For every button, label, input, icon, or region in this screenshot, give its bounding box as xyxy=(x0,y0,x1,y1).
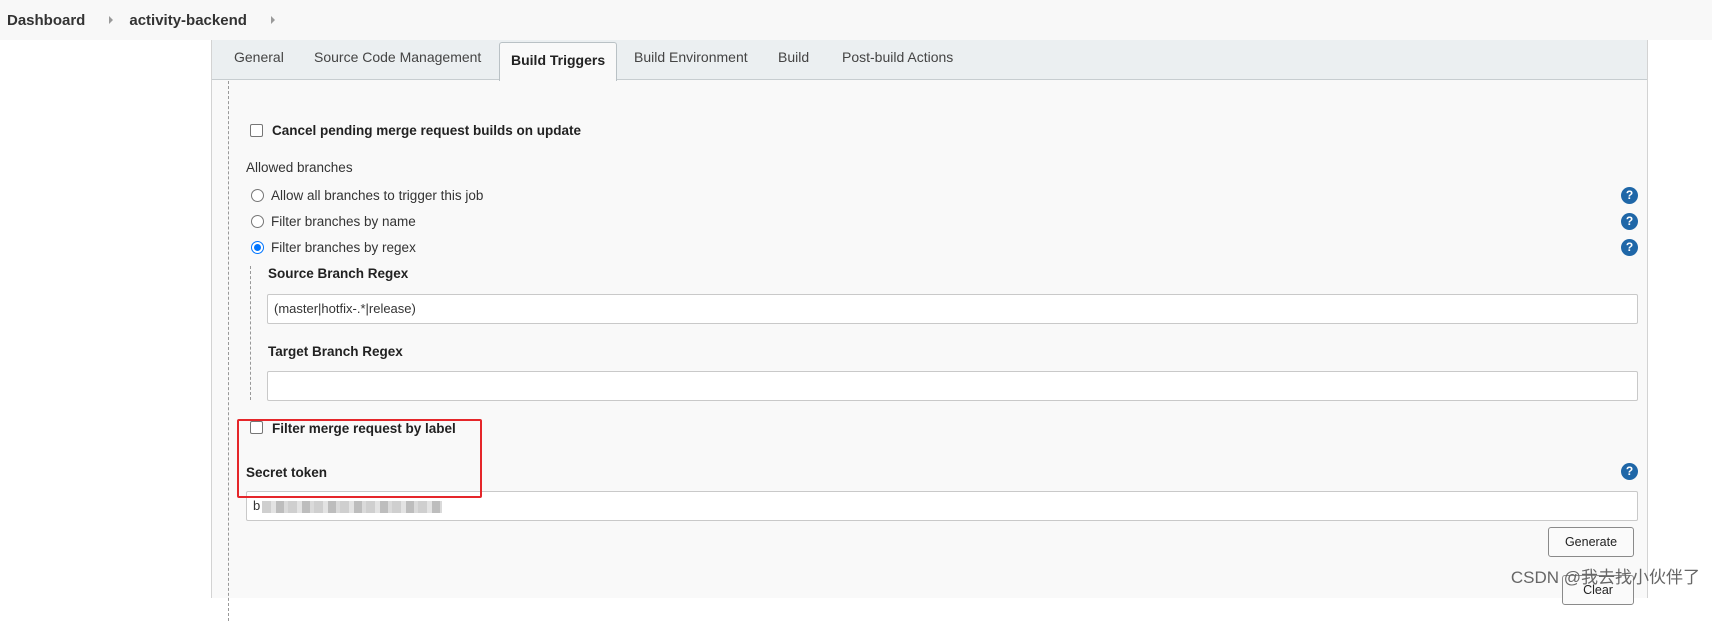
radio-filter-by-regex-label: Filter branches by regex xyxy=(271,240,416,255)
generate-button[interactable]: Generate xyxy=(1548,527,1634,557)
breadcrumb-chevron-icon[interactable] xyxy=(109,16,113,24)
section-divider xyxy=(228,81,229,621)
tab-post-build-actions[interactable]: Post-build Actions xyxy=(842,49,953,65)
tab-general[interactable]: General xyxy=(234,49,284,65)
source-branch-regex-label: Source Branch Regex xyxy=(268,266,408,281)
tab-source-code-management[interactable]: Source Code Management xyxy=(314,49,481,65)
tab-build-triggers[interactable]: Build Triggers xyxy=(499,42,617,81)
target-branch-regex-input[interactable] xyxy=(267,371,1638,401)
help-icon[interactable]: ? xyxy=(1621,187,1638,204)
secret-token-value-prefix: b xyxy=(253,498,260,513)
cancel-pending-label: Cancel pending merge request builds on u… xyxy=(272,123,581,138)
breadcrumb-job[interactable]: activity-backend xyxy=(129,12,247,29)
target-branch-regex-label: Target Branch Regex xyxy=(268,344,403,359)
breadcrumb-chevron-icon[interactable] xyxy=(271,16,275,24)
watermark: CSDN @我去找小伙伴了 xyxy=(1511,563,1700,588)
radio-filter-by-name[interactable] xyxy=(251,215,264,228)
tab-build-environment[interactable]: Build Environment xyxy=(634,49,748,65)
breadcrumb: Dashboard activity-backend xyxy=(0,0,1712,40)
redacted-token-blur xyxy=(262,501,442,513)
config-panel: General Source Code Management Build Tri… xyxy=(211,40,1648,598)
help-icon[interactable]: ? xyxy=(1621,213,1638,230)
highlight-box xyxy=(237,419,482,498)
source-branch-regex-input[interactable]: (master|hotfix-.*|release) xyxy=(267,294,1638,324)
allowed-branches-heading: Allowed branches xyxy=(246,160,353,175)
help-icon[interactable]: ? xyxy=(1621,463,1638,480)
config-tabbar: General Source Code Management Build Tri… xyxy=(212,40,1647,80)
radio-allow-all-branches-label: Allow all branches to trigger this job xyxy=(271,188,483,203)
tab-build[interactable]: Build xyxy=(778,49,809,65)
radio-allow-all-branches[interactable] xyxy=(251,189,264,202)
cancel-pending-checkbox[interactable] xyxy=(250,124,263,137)
radio-filter-by-regex[interactable] xyxy=(251,241,264,254)
breadcrumb-dashboard[interactable]: Dashboard xyxy=(7,12,85,29)
radio-filter-by-name-label: Filter branches by name xyxy=(271,214,416,229)
regex-section-divider xyxy=(250,266,251,400)
help-icon[interactable]: ? xyxy=(1621,239,1638,256)
